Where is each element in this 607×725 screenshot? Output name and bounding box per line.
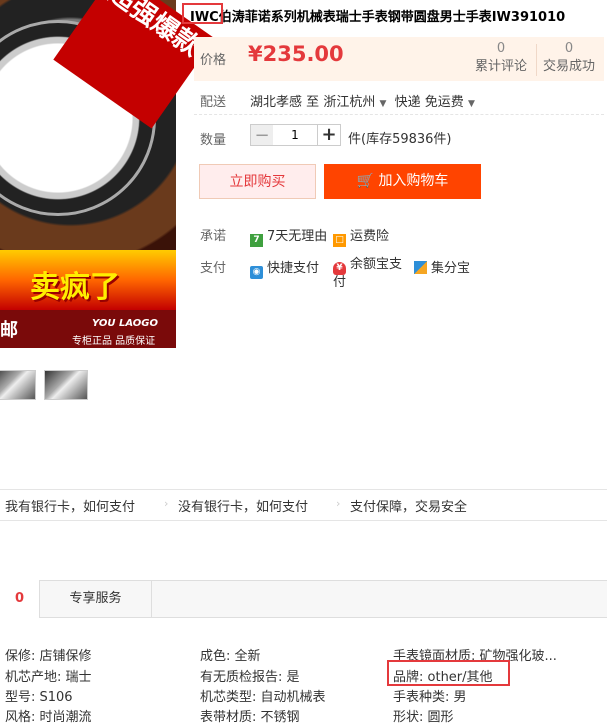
quick-pay-icon: ◉ <box>250 266 263 279</box>
promise-7day[interactable]: 7 7天无理由 <box>250 225 327 247</box>
brand-attr-highlight-box <box>387 660 510 686</box>
ship-method-select[interactable]: 快递 免运费 ▼ <box>395 95 475 110</box>
attr-inspection-report: 有无质检报告: 是 <box>200 670 300 685</box>
price-value: ¥235.00 <box>248 42 344 66</box>
attr-strap-material: 表带材质: 不锈钢 <box>200 710 300 725</box>
sales-stat: 0 交易成功 <box>536 40 602 76</box>
attr-condition: 成色: 全新 <box>200 649 261 664</box>
strip-brand-text: YOU LAOGO <box>92 318 159 329</box>
add-to-cart-label: 加入购物车 <box>378 173 449 189</box>
buy-now-button[interactable]: 立即购买 <box>199 164 316 199</box>
quantity-plus-button[interactable]: + <box>317 124 341 146</box>
promise-insurance[interactable]: □ 运费险 <box>333 225 389 247</box>
yuebao-icon: ¥ <box>333 262 346 275</box>
help-separator: › <box>336 497 341 510</box>
help-separator: › <box>164 497 169 510</box>
jifenbao-icon <box>414 261 427 274</box>
ship-to: 浙江杭州 <box>323 95 376 110</box>
payment-label: 支付 <box>200 261 227 276</box>
thumbnail-1[interactable] <box>0 370 36 400</box>
hot-selling-text: 卖疯了 <box>30 270 120 305</box>
sales-count: 0 <box>564 41 574 56</box>
chevron-down-icon: ▼ <box>467 99 475 109</box>
payment-quick[interactable]: ◉ 快捷支付 <box>250 257 319 279</box>
attr-style: 风格: 时尚潮流 <box>5 710 92 725</box>
thumbnail-2[interactable] <box>44 370 88 400</box>
quantity-minus-button[interactable]: − <box>250 124 274 146</box>
add-to-cart-button[interactable]: 🛒 加入购物车 <box>324 164 481 199</box>
tab-exclusive-service[interactable]: 专享服务 <box>40 580 152 618</box>
reviews-label: 累计评论 <box>474 59 527 74</box>
ship-method: 快递 免运费 <box>394 95 464 110</box>
quantity-input[interactable] <box>273 124 317 146</box>
reviews-stat[interactable]: 0 累计评论 <box>468 40 534 76</box>
attr-movement-type: 机芯类型: 自动机械表 <box>200 690 326 705</box>
ship-to-select[interactable]: 浙江杭州 ▼ <box>323 95 386 110</box>
shipping-row: 湖北孝感 至 浙江杭州 ▼ 快递 免运费 ▼ <box>250 91 475 110</box>
ship-from: 湖北孝感 <box>250 95 303 110</box>
divider <box>194 114 604 115</box>
price-label: 价格 <box>200 53 227 68</box>
product-title: IWC伯涛菲诺系列机械表瑞士手表钢带圆盘男士手表IW391010 <box>190 10 566 25</box>
ship-to-word: 至 <box>306 95 320 110</box>
promise-7day-label: 7天无理由 <box>267 229 328 244</box>
shipping-label: 配送 <box>200 95 227 110</box>
promise-label: 承诺 <box>200 229 227 244</box>
help-link-no-card[interactable]: 没有银行卡，如何支付 <box>178 496 308 515</box>
payment-yuebao[interactable]: ¥ 余额宝支付 <box>333 257 408 291</box>
payment-jifenbao-label: 集分宝 <box>431 261 471 276</box>
attr-warranty: 保修: 店铺保修 <box>5 649 92 664</box>
help-link-has-card[interactable]: 我有银行卡，如何支付 <box>5 496 135 515</box>
attr-movement-origin: 机芯产地: 瑞士 <box>5 670 92 685</box>
attr-watch-type: 手表种类: 男 <box>393 690 467 705</box>
quantity-label: 数量 <box>200 133 227 148</box>
chevron-down-icon: ▼ <box>379 99 387 109</box>
help-link-security[interactable]: 支付保障，交易安全 <box>350 496 467 515</box>
stock-text: 件(库存59836件) <box>348 132 452 147</box>
tab-count[interactable]: 0 <box>0 580 40 618</box>
sales-label: 交易成功 <box>542 59 595 74</box>
strip-slogan-text: 专柜正品 品质保证 <box>72 336 156 347</box>
promise-insurance-label: 运费险 <box>350 229 390 244</box>
payment-jifenbao[interactable]: 集分宝 <box>414 257 470 276</box>
attr-shape: 形状: 圆形 <box>393 710 454 725</box>
reviews-count: 0 <box>496 41 506 56</box>
attr-model: 型号: S106 <box>5 690 73 705</box>
brand-highlight-box <box>182 3 223 24</box>
shipping-insurance-icon: □ <box>333 234 346 247</box>
payment-quick-label: 快捷支付 <box>267 261 320 276</box>
cart-icon: 🛒 <box>356 173 374 189</box>
strip-left-text: 邮 <box>0 320 18 341</box>
seven-day-icon: 7 <box>250 234 263 247</box>
